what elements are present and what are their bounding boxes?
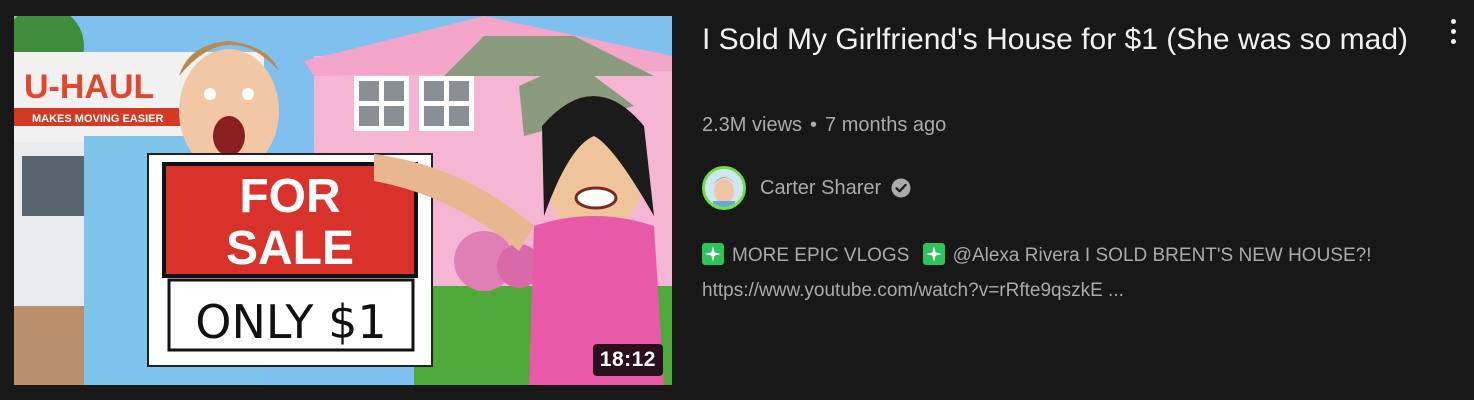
- sparkle-icon: [922, 243, 945, 265]
- video-thumbnail[interactable]: U-HAUL MAKES MOVING EASIER FOR SALE ONLY…: [14, 16, 672, 385]
- description-line-1: MORE EPIC VLOGS @Alexa Rivera I SOLD BRE…: [702, 238, 1442, 273]
- kebab-dot-icon: [1450, 19, 1456, 24]
- truck-brand: U-HAUL: [24, 68, 154, 106]
- thumbnail-image: U-HAUL MAKES MOVING EASIER FOR SALE ONLY…: [14, 16, 672, 385]
- sparkle-icon: [702, 243, 724, 265]
- description-prefix: MORE EPIC VLOGS: [732, 245, 910, 266]
- description-link[interactable]: https://www.youtube.com/watch?v=rRfte9qs…: [702, 273, 1442, 308]
- sign-for-text: FOR: [239, 170, 340, 223]
- video-metadata: 2.3M views • 7 months ago: [702, 114, 946, 137]
- video-duration: 18:12: [592, 344, 663, 376]
- kebab-dot-icon: [1450, 29, 1456, 34]
- truck-tagline: MAKES MOVING EASIER: [32, 113, 163, 125]
- channel-name[interactable]: Carter Sharer: [760, 177, 881, 200]
- view-count: 2.3M views: [702, 114, 803, 136]
- more-options-button[interactable]: [1440, 16, 1466, 50]
- upload-age: 7 months ago: [825, 114, 947, 136]
- meta-separator: •: [810, 114, 818, 136]
- kebab-dot-icon: [1450, 39, 1456, 44]
- video-description: MORE EPIC VLOGS @Alexa Rivera I SOLD BRE…: [702, 238, 1442, 308]
- sign-sale-text: SALE: [226, 222, 354, 275]
- sign-price-text: ONLY $1: [195, 295, 386, 349]
- channel-avatar[interactable]: [702, 166, 746, 210]
- verified-badge-icon: [891, 178, 911, 198]
- channel-link[interactable]: Carter Sharer: [702, 165, 911, 211]
- video-title[interactable]: I Sold My Girlfriend's House for $1 (She…: [702, 18, 1412, 62]
- description-handle-line: @Alexa Rivera I SOLD BRENT'S NEW HOUSE?!: [952, 245, 1372, 266]
